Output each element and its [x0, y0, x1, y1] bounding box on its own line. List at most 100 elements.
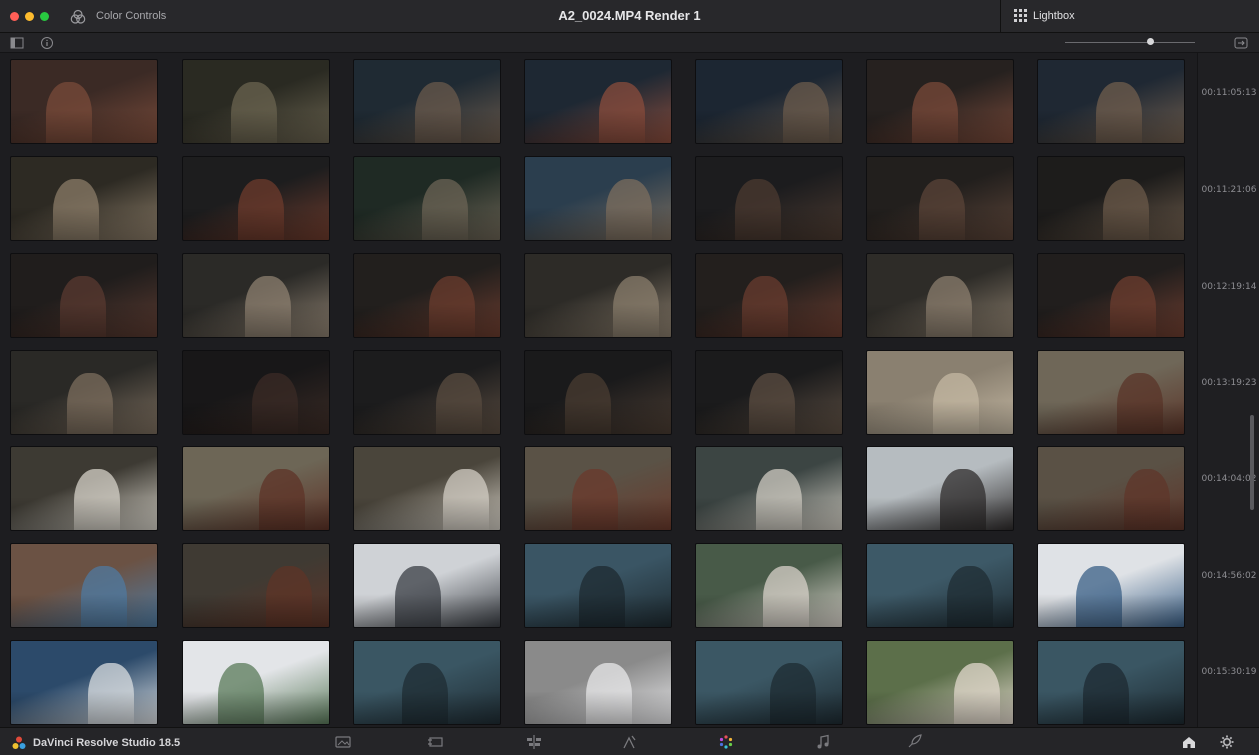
- exit-lightbox-icon[interactable]: [1234, 36, 1248, 50]
- page-bar: DaVinci Resolve Studio 18.5: [0, 727, 1259, 755]
- app-name: DaVinci Resolve Studio 18.5: [33, 737, 181, 749]
- clip-subject: [1076, 566, 1122, 627]
- clip-thumbnail[interactable]: [695, 446, 843, 531]
- clip-thumbnail[interactable]: [695, 253, 843, 338]
- edit-page-icon[interactable]: [525, 734, 543, 750]
- clip-thumbnail[interactable]: [695, 59, 843, 144]
- clip-thumbnail[interactable]: [524, 543, 672, 628]
- clip-subject: [252, 373, 298, 434]
- color-page-icon[interactable]: [717, 734, 735, 750]
- clip-thumbnail[interactable]: [182, 640, 330, 725]
- color-controls-label[interactable]: Color Controls: [96, 10, 166, 22]
- deliver-page-icon[interactable]: [906, 734, 924, 750]
- clip-thumbnail[interactable]: [10, 350, 158, 435]
- clip-thumbnail[interactable]: [353, 543, 501, 628]
- clip-subject: [245, 276, 291, 337]
- clip-thumbnail[interactable]: [10, 446, 158, 531]
- clip-thumbnail[interactable]: [10, 253, 158, 338]
- clip-thumbnail[interactable]: [182, 156, 330, 241]
- clip-subject: [579, 566, 625, 627]
- clip-subject: [735, 179, 781, 240]
- clip-thumbnail[interactable]: [1037, 253, 1185, 338]
- davinci-logo-icon: [12, 736, 26, 749]
- home-icon[interactable]: [1180, 734, 1198, 750]
- clip-thumbnail[interactable]: [695, 350, 843, 435]
- clip-subject: [53, 179, 99, 240]
- clip-thumbnail[interactable]: [866, 543, 1014, 628]
- clip-subject: [606, 179, 652, 240]
- lightbox-button[interactable]: Lightbox: [1000, 0, 1259, 33]
- clip-subject: [940, 469, 986, 530]
- clip-thumbnail[interactable]: [1037, 446, 1185, 531]
- clip-thumbnail[interactable]: [524, 253, 672, 338]
- row-timecode: 00:13:19:23: [1201, 378, 1257, 388]
- clip-subject: [947, 566, 993, 627]
- clip-thumbnail[interactable]: [182, 253, 330, 338]
- clip-thumbnail[interactable]: [524, 156, 672, 241]
- cut-page-icon[interactable]: [427, 734, 445, 750]
- clip-thumbnail[interactable]: [1037, 640, 1185, 725]
- clip-subject: [1110, 276, 1156, 337]
- clip-thumbnail[interactable]: [1037, 543, 1185, 628]
- clip-thumbnail[interactable]: [866, 156, 1014, 241]
- clip-thumbnail[interactable]: [524, 350, 672, 435]
- clip-subject: [266, 566, 312, 627]
- lightbox-label: Lightbox: [1033, 10, 1075, 22]
- clip-subject: [783, 82, 829, 143]
- fusion-page-icon[interactable]: [620, 734, 638, 750]
- clip-subject: [933, 373, 979, 434]
- color-controls-icon[interactable]: [70, 9, 86, 25]
- clip-subject: [770, 663, 816, 724]
- clip-thumbnail[interactable]: [353, 350, 501, 435]
- clip-thumbnail[interactable]: [353, 156, 501, 241]
- clip-subject: [756, 469, 802, 530]
- clip-thumbnail[interactable]: [1037, 156, 1185, 241]
- clip-thumbnail[interactable]: [866, 253, 1014, 338]
- clip-thumbnail[interactable]: [10, 59, 158, 144]
- close-window-button[interactable]: [10, 12, 19, 21]
- row-timecode: 00:11:21:06: [1201, 185, 1257, 195]
- clip-thumbnail[interactable]: [182, 350, 330, 435]
- clip-thumbnail[interactable]: [866, 640, 1014, 725]
- zoom-window-button[interactable]: [40, 12, 49, 21]
- clip-subject: [926, 276, 972, 337]
- fairlight-page-icon[interactable]: [814, 734, 832, 750]
- media-page-icon[interactable]: [334, 734, 352, 750]
- clip-thumbnail[interactable]: [353, 640, 501, 725]
- clip-thumbnail[interactable]: [695, 640, 843, 725]
- clip-thumbnail[interactable]: [353, 446, 501, 531]
- clip-thumbnail[interactable]: [695, 156, 843, 241]
- clip-thumbnail[interactable]: [1037, 59, 1185, 144]
- clip-thumbnail[interactable]: [10, 640, 158, 725]
- scrollbar[interactable]: [1250, 415, 1254, 510]
- row-timecode: 00:11:05:13: [1201, 88, 1257, 98]
- settings-icon[interactable]: [1218, 734, 1236, 750]
- clip-thumbnail[interactable]: [866, 350, 1014, 435]
- clip-subject: [565, 373, 611, 434]
- info-icon[interactable]: [40, 36, 54, 50]
- zoom-slider[interactable]: [1065, 42, 1195, 43]
- clip-thumbnail[interactable]: [10, 543, 158, 628]
- minimize-window-button[interactable]: [25, 12, 34, 21]
- clip-thumbnail[interactable]: [10, 156, 158, 241]
- clip-thumbnail[interactable]: [182, 543, 330, 628]
- clip-subject: [402, 663, 448, 724]
- clip-thumbnail[interactable]: [866, 59, 1014, 144]
- clip-thumbnail[interactable]: [182, 446, 330, 531]
- lightbox-grid: [0, 53, 1197, 727]
- clip-subject: [60, 276, 106, 337]
- clip-subject: [613, 276, 659, 337]
- clip-subject: [1124, 469, 1170, 530]
- clip-thumbnail[interactable]: [353, 59, 501, 144]
- clip-thumbnail[interactable]: [866, 446, 1014, 531]
- clip-subject: [231, 82, 277, 143]
- sidebar-toggle-icon[interactable]: [10, 36, 24, 50]
- clip-thumbnail[interactable]: [182, 59, 330, 144]
- clip-thumbnail[interactable]: [524, 59, 672, 144]
- clip-thumbnail[interactable]: [353, 253, 501, 338]
- zoom-slider-knob[interactable]: [1147, 38, 1154, 45]
- clip-thumbnail[interactable]: [1037, 350, 1185, 435]
- clip-thumbnail[interactable]: [524, 640, 672, 725]
- clip-thumbnail[interactable]: [524, 446, 672, 531]
- clip-thumbnail[interactable]: [695, 543, 843, 628]
